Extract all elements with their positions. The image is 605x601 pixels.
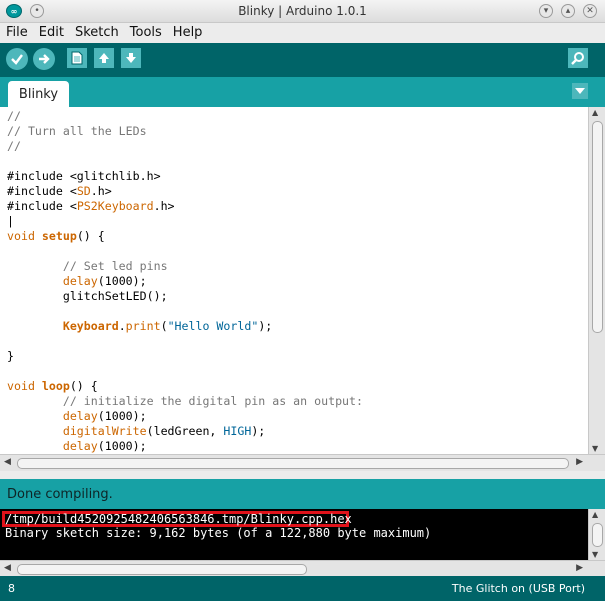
code-text: ); — [258, 319, 273, 333]
include-end: .h> — [153, 199, 175, 213]
scroll-right-icon[interactable]: ▶ — [576, 457, 583, 467]
toolbar — [0, 43, 605, 77]
code-text: (1000); — [97, 439, 147, 453]
code-text: ( — [160, 319, 168, 333]
scrollbar-thumb[interactable] — [17, 564, 307, 575]
code-text: (1000); — [97, 409, 147, 423]
code-comment: // — [7, 139, 21, 153]
save-button[interactable] — [121, 48, 141, 68]
scroll-up-icon[interactable]: ▲ — [592, 108, 598, 117]
triangle-down-icon — [575, 88, 585, 94]
editor-vertical-scrollbar[interactable]: ▲ ▼ — [588, 107, 605, 454]
scroll-up-icon[interactable]: ▲ — [592, 510, 598, 519]
tab-blinky[interactable]: Blinky — [8, 81, 69, 107]
console-horizontal-scrollbar[interactable]: ◀ ▶ — [0, 560, 605, 576]
chevron-down-icon: ▾ — [543, 5, 549, 16]
right-arrow-icon — [39, 54, 50, 64]
line-number: 8 — [8, 582, 15, 595]
menu-sketch[interactable]: Sketch — [69, 23, 124, 43]
scroll-right-icon[interactable]: ▶ — [576, 563, 583, 573]
code-text: ); — [251, 424, 266, 438]
scroll-down-icon[interactable]: ▼ — [592, 550, 598, 559]
function-call: delay — [62, 439, 98, 453]
menu-tools[interactable]: Tools — [124, 23, 167, 43]
code-text: (1000); — [97, 274, 147, 288]
new-button[interactable] — [67, 48, 87, 68]
scroll-down-icon[interactable]: ▼ — [592, 444, 598, 453]
open-up-arrow-icon — [99, 53, 109, 63]
function-name: setup — [41, 229, 77, 243]
status-bar: Done compiling. — [0, 479, 605, 509]
code-comment: // Turn all the LEDs — [7, 124, 147, 138]
serial-monitor-button[interactable] — [568, 48, 588, 68]
code-text: glitchSetLED(); — [62, 289, 168, 303]
include-end: .h> — [90, 184, 112, 198]
scroll-left-icon[interactable]: ◀ — [4, 457, 11, 467]
include-line: #include <glitchlib.h> — [7, 169, 161, 183]
console-line: /tmp/build4520925482406563846.tmp/Blinky… — [5, 512, 352, 526]
function-call: delay — [62, 274, 98, 288]
code-text: // // Turn all the LEDs // #include <gli… — [7, 109, 363, 453]
library-name: SD — [76, 184, 91, 198]
console-line: Binary sketch size: 9,162 bytes (of a 12… — [5, 526, 432, 540]
code-comment: // Set led pins — [62, 259, 168, 273]
scrollbar-thumb[interactable] — [592, 121, 603, 333]
status-message: Done compiling. — [7, 487, 113, 502]
maximize-button[interactable]: ▴ — [561, 4, 575, 18]
string-literal: "Hello World" — [167, 319, 259, 333]
open-button[interactable] — [94, 48, 114, 68]
new-document-icon — [71, 51, 83, 65]
editor-horizontal-scrollbar[interactable]: ◀ ▶ — [0, 454, 605, 471]
close-icon: ✕ — [586, 5, 594, 16]
console-output[interactable]: /tmp/build4520925482406563846.tmp/Blinky… — [0, 509, 588, 560]
chevron-up-icon: ▴ — [565, 5, 571, 16]
close-button[interactable]: ✕ — [583, 4, 597, 18]
menu-help[interactable]: Help — [167, 23, 208, 43]
code-comment: // — [7, 109, 21, 123]
arduino-window: ∞ • Blinky | Arduino 1.0.1 ▾ ▴ ✕ File Ed… — [0, 0, 605, 601]
function-call: delay — [62, 409, 98, 423]
verify-button[interactable] — [6, 48, 28, 70]
console-vertical-scrollbar[interactable]: ▲ ▼ — [588, 509, 605, 560]
divider — [0, 471, 605, 479]
include-line: #include < — [7, 199, 77, 213]
upload-button[interactable] — [33, 48, 55, 70]
class-name: Keyboard — [62, 319, 119, 333]
function-name: loop — [41, 379, 70, 393]
code-comment: // initialize the digital pin as an outp… — [62, 394, 363, 408]
scroll-left-icon[interactable]: ◀ — [4, 563, 11, 573]
tab-menu-button[interactable] — [572, 83, 588, 99]
function-call: digitalWrite — [62, 424, 147, 438]
scrollbar-thumb[interactable] — [592, 523, 603, 547]
library-name: PS2Keyboard — [76, 199, 154, 213]
keyword: void — [7, 229, 35, 243]
scrollbar-thumb[interactable] — [17, 458, 569, 469]
minimize-button[interactable]: ▾ — [539, 4, 553, 18]
board-port-label: The Glitch on (USB Port) — [451, 582, 585, 595]
save-down-arrow-icon — [126, 53, 136, 63]
checkmark-icon — [11, 54, 23, 65]
magnifier-icon — [571, 52, 584, 65]
code-text: () { — [69, 379, 98, 393]
tab-bar: Blinky — [0, 77, 605, 107]
function-call: print — [125, 319, 161, 333]
window-title: Blinky | Arduino 1.0.1 — [238, 4, 367, 18]
menu-file[interactable]: File — [0, 23, 33, 43]
constant: HIGH — [223, 424, 252, 438]
title-bar: ∞ • Blinky | Arduino 1.0.1 ▾ ▴ ✕ — [0, 0, 605, 23]
menu-edit[interactable]: Edit — [33, 23, 69, 43]
code-text: (ledGreen, — [146, 424, 224, 438]
footer-bar: 8 The Glitch on (USB Port) — [0, 576, 605, 601]
keyword: void — [7, 379, 35, 393]
code-editor[interactable]: // // Turn all the LEDs // #include <gli… — [0, 107, 588, 454]
code-text: } — [7, 349, 14, 363]
code-text: () { — [76, 229, 105, 243]
text-cursor: | — [7, 214, 14, 228]
menu-bar: File Edit Sketch Tools Help — [0, 23, 605, 43]
include-line: #include < — [7, 184, 77, 198]
